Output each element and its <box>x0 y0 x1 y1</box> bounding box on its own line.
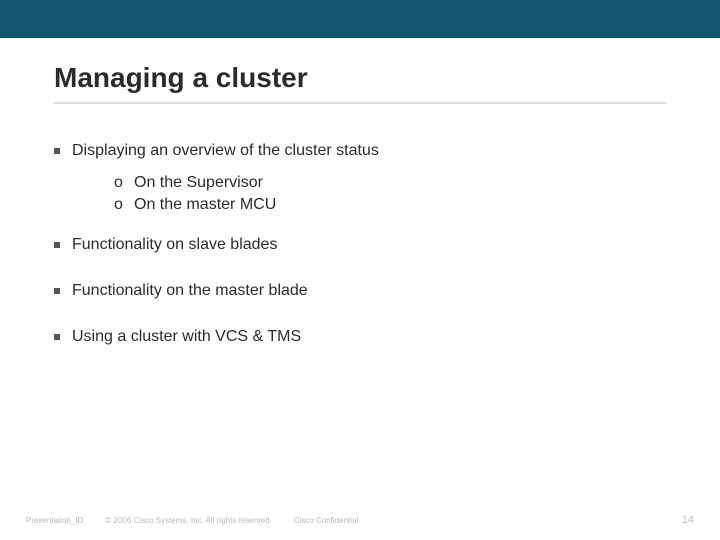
sub-bullet-item: o On the Supervisor <box>114 172 666 194</box>
bullet-text: Functionality on slave blades <box>72 234 277 256</box>
square-bullet-icon <box>54 148 60 154</box>
square-bullet-icon <box>54 288 60 294</box>
circle-bullet-marker: o <box>114 172 128 194</box>
slide-body: Displaying an overview of the cluster st… <box>54 140 666 359</box>
sub-bullet-list: o On the Supervisor o On the master MCU <box>114 172 666 215</box>
footer-confidential: Cisco Confidential <box>294 516 358 525</box>
footer-page-number: 14 <box>682 514 694 526</box>
footer-copyright: © 2006 Cisco Systems, Inc. All rights re… <box>105 516 271 525</box>
sub-bullet-text: On the master MCU <box>134 194 276 216</box>
title-divider <box>54 102 666 104</box>
circle-bullet-marker: o <box>114 194 128 216</box>
slide-footer: Presentation_ID © 2006 Cisco Systems, In… <box>26 514 694 526</box>
header-accent-bar <box>0 0 720 38</box>
slide-title: Managing a cluster <box>54 62 308 94</box>
bullet-text: Displaying an overview of the cluster st… <box>72 140 379 162</box>
bullet-text: Functionality on the master blade <box>72 280 308 302</box>
footer-presentation-id: Presentation_ID <box>26 516 83 525</box>
square-bullet-icon <box>54 242 60 248</box>
square-bullet-icon <box>54 334 60 340</box>
bullet-item: Using a cluster with VCS & TMS <box>54 326 666 348</box>
bullet-item: Functionality on the master blade <box>54 280 666 302</box>
sub-bullet-text: On the Supervisor <box>134 172 263 194</box>
sub-bullet-item: o On the master MCU <box>114 194 666 216</box>
bullet-text: Using a cluster with VCS & TMS <box>72 326 301 348</box>
bullet-item: Displaying an overview of the cluster st… <box>54 140 666 162</box>
bullet-item: Functionality on slave blades <box>54 234 666 256</box>
